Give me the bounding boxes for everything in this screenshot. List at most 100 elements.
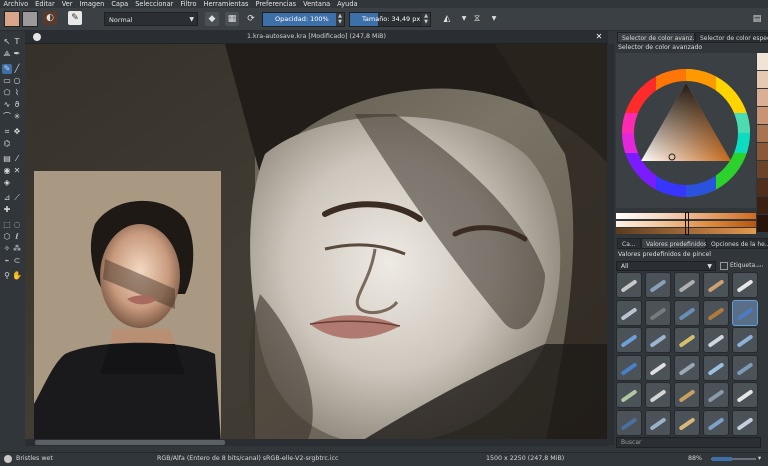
tab-ca[interactable]: Ca... (617, 238, 641, 249)
size-slider[interactable]: Tamaño: 34,49 px ▲ ▼ (349, 12, 431, 27)
select-shapes-tool-icon[interactable]: ↖ (2, 37, 12, 47)
history-swatch[interactable] (757, 107, 768, 124)
brush-preset[interactable] (674, 272, 700, 298)
rectangle-tool-icon[interactable]: ▭ (2, 76, 12, 86)
menu-seleccionar[interactable]: Seleccionar (132, 0, 177, 8)
polygon-tool-icon[interactable]: ⬠ (2, 88, 12, 98)
workspace-icon[interactable]: ▤ (750, 12, 764, 26)
freehand-path-tool-icon[interactable]: ϑ (12, 100, 22, 110)
tab-advanced-color-selector[interactable]: Selector de color avanz... (617, 32, 698, 43)
preserve-alpha-icon[interactable]: ▦ (225, 12, 239, 26)
brush-preset[interactable] (616, 382, 642, 408)
calligraphy-tool-icon[interactable]: ✒ (12, 49, 22, 59)
gradient-icon[interactable]: ◐ (43, 11, 57, 25)
tab-brush-presets[interactable]: Valores predefinidos ... (641, 238, 715, 249)
tab-tool-options[interactable]: Opciones de la he... (706, 238, 768, 249)
brush-preset[interactable] (732, 354, 758, 381)
mirror-horizontal-icon[interactable]: ◭ (440, 12, 454, 26)
color-wheel[interactable] (616, 53, 756, 208)
gradient-tool-icon[interactable]: ▤ (2, 154, 12, 164)
menu-filtro[interactable]: Filtro (177, 0, 200, 8)
menu-preferencias[interactable]: Preferencias (252, 0, 300, 8)
mirror-vertical-icon[interactable]: ⧖ (470, 12, 484, 26)
magnetic-select-tool-icon[interactable]: ⊂ (12, 256, 22, 266)
menu-ventana[interactable]: Ventana (300, 0, 334, 8)
brush-preset[interactable] (616, 299, 642, 326)
brush-preset[interactable] (732, 299, 758, 326)
brush-search-input[interactable]: Buscar (616, 437, 761, 448)
gradient-cursor[interactable] (685, 212, 689, 235)
blend-mode-select[interactable]: Normal ▼ (104, 12, 198, 26)
brush-preset[interactable] (645, 272, 671, 298)
brush-preset[interactable] (674, 409, 700, 436)
brush-preset[interactable] (703, 409, 729, 436)
canvas[interactable] (25, 44, 608, 445)
menu-imagen[interactable]: Imagen (76, 0, 108, 8)
brush-preset[interactable] (732, 327, 758, 353)
pan-tool-icon[interactable]: ✋ (12, 271, 22, 281)
fill-tool-icon[interactable]: ◈ (2, 178, 12, 188)
crop-tool-icon[interactable]: ⌗ (2, 127, 12, 137)
brush-preset[interactable] (703, 272, 729, 298)
multibrush-tool-icon[interactable]: ✳ (12, 112, 22, 122)
text-tool-icon[interactable]: T (12, 37, 22, 47)
menu-ver[interactable]: Ver (58, 0, 76, 8)
freehand-brush-tool-icon[interactable]: ✎ (2, 64, 12, 74)
assistant-tool-icon[interactable]: ⊿ (2, 193, 12, 203)
horizontal-scroll-thumb[interactable] (35, 440, 225, 445)
spin-arrows-icon[interactable]: ▲ ▼ (422, 13, 430, 26)
history-swatch[interactable] (757, 179, 768, 196)
menu-archivo[interactable]: Archivo (0, 0, 32, 8)
history-swatch[interactable] (757, 197, 768, 214)
move-tool-icon[interactable]: ✥ (12, 127, 22, 137)
transform-tool-icon[interactable]: ⌬ (2, 139, 12, 149)
history-swatch[interactable] (757, 71, 768, 88)
brush-preset[interactable] (703, 354, 729, 381)
menu-herramientas[interactable]: Herramientas (200, 0, 252, 8)
brush-preset-icon[interactable]: ✎ (68, 11, 82, 25)
brush-preset[interactable] (645, 382, 671, 408)
brush-preset[interactable] (674, 299, 700, 326)
color-wheel-area[interactable] (616, 53, 756, 208)
ellipse-select-tool-icon[interactable]: ◌ (12, 220, 22, 230)
zoom-options-icon[interactable]: ▾ (758, 453, 761, 465)
background-color-swatch[interactable] (22, 11, 38, 27)
reload-preset-icon[interactable]: ⟳ (244, 12, 258, 26)
brush-preset[interactable] (732, 272, 758, 298)
edit-shapes-tool-icon[interactable]: ⟁ (2, 49, 12, 59)
brush-preset[interactable] (645, 299, 671, 326)
menu-ayuda[interactable]: Ayuda (334, 0, 361, 8)
bezier-tool-icon[interactable]: ∿ (2, 100, 12, 110)
chevron-down-icon[interactable]: ▼ (457, 12, 471, 26)
history-swatch[interactable] (757, 125, 768, 142)
history-swatch[interactable] (757, 53, 768, 70)
similar-select-tool-icon[interactable]: ⁂ (12, 244, 22, 254)
contiguous-select-tool-icon[interactable]: ✧ (2, 244, 12, 254)
polyline-tool-icon[interactable]: ⌇ (12, 88, 22, 98)
line-tool-icon[interactable]: ╱ (12, 64, 22, 74)
reference-tool-icon[interactable]: ✚ (2, 205, 12, 215)
history-swatch[interactable] (757, 143, 768, 160)
tag-menu-icon[interactable]: ⋯ (757, 261, 764, 271)
chevron-down-icon[interactable]: ▼ (487, 12, 501, 26)
rect-select-tool-icon[interactable]: ⬚ (2, 220, 12, 230)
brush-preset[interactable] (616, 272, 642, 298)
brush-preset[interactable] (616, 327, 642, 353)
foreground-color-swatch[interactable] (4, 11, 20, 27)
brush-preset[interactable] (703, 382, 729, 408)
brush-preset[interactable] (616, 409, 642, 436)
polygon-select-tool-icon[interactable]: ⬡ (2, 232, 12, 242)
freehand-select-tool-icon[interactable]: ℓ (12, 232, 22, 242)
color-picker-tool-icon[interactable]: ⁄ (12, 154, 22, 164)
history-swatch[interactable] (757, 161, 768, 178)
brush-preset[interactable] (645, 327, 671, 353)
colorize-mask-tool-icon[interactable]: ◉ (2, 166, 12, 176)
menu-capa[interactable]: Capa (108, 0, 132, 8)
brush-preset[interactable] (645, 354, 671, 381)
spin-arrows-icon[interactable]: ▲ ▼ (336, 13, 344, 26)
measure-tool-icon[interactable]: ⟋ (12, 193, 22, 203)
brush-preset[interactable] (703, 299, 729, 326)
document-tab[interactable]: 1.kra-autosave.kra [Modificado] (247,8 M… (25, 31, 608, 44)
history-swatch[interactable] (757, 89, 768, 106)
brush-preset[interactable] (732, 409, 758, 436)
